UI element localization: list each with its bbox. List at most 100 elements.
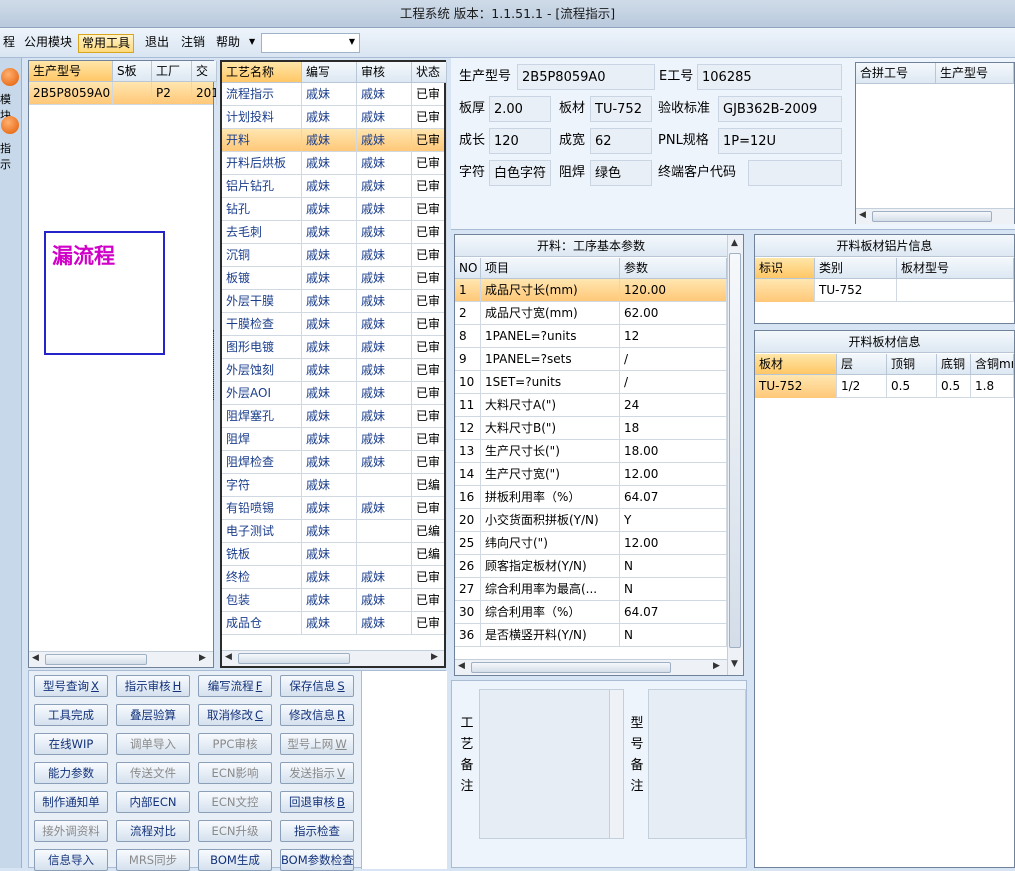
table-row[interactable]: 终检 戚妹 戚妹 已审 <box>222 566 447 589</box>
menu-item[interactable]: 程 <box>0 34 18 53</box>
table-row[interactable]: 12 大料尺寸B(") 18 <box>455 417 727 440</box>
scroll-up-icon[interactable]: ▲ <box>731 238 738 248</box>
character-field[interactable]: 白色字符 <box>489 160 551 186</box>
table-row[interactable]: 13 生产尺寸长(") 18.00 <box>455 440 727 463</box>
scroll-thumb[interactable] <box>238 653 350 664</box>
table-row[interactable]: 开料后烘板 戚妹 戚妹 已审 <box>222 152 447 175</box>
scroll-thumb[interactable] <box>872 211 992 222</box>
standard-field[interactable]: GJB362B-2009 <box>718 96 842 122</box>
e-no-field[interactable]: 106285 <box>697 64 842 90</box>
action-button[interactable]: 发送指示 V <box>280 762 354 784</box>
product-hscroll[interactable]: ◀ ▶ <box>29 651 213 667</box>
scroll-thumb[interactable] <box>45 654 147 665</box>
table-row[interactable]: 30 综合利用率（%） 64.07 <box>455 601 727 624</box>
table-row[interactable]: 1 成品尺寸长(mm) 120.00 <box>455 279 727 302</box>
table-row[interactable]: 铝片钻孔 戚妹 戚妹 已审 <box>222 175 447 198</box>
action-button[interactable]: 接外调资料 <box>34 820 108 842</box>
column-header[interactable]: NO <box>455 258 481 279</box>
table-row[interactable]: 流程指示 戚妹 戚妹 已审 <box>222 83 447 106</box>
column-header[interactable]: 板材 <box>755 354 837 375</box>
scroll-left-icon[interactable]: ◀ <box>225 652 232 662</box>
table-row[interactable]: 8 1PANEL=?units 12 <box>455 325 727 348</box>
table-row[interactable]: 计划投料 戚妹 戚妹 已审 <box>222 106 447 129</box>
product-field[interactable]: 2B5P8059A0 <box>517 64 655 90</box>
side-label-instruction[interactable]: 指示 <box>0 140 21 172</box>
table-row[interactable]: 字符 戚妹 已编 <box>222 474 447 497</box>
table-row[interactable]: 外层AOI 戚妹 戚妹 已审 <box>222 382 447 405</box>
column-header[interactable]: 类别 <box>815 258 897 279</box>
process-note-textarea[interactable] <box>479 689 624 839</box>
table-row[interactable]: 图形电镀 戚妹 戚妹 已审 <box>222 336 447 359</box>
action-button[interactable]: 型号查询 X <box>34 675 108 697</box>
merge-hscroll[interactable]: ◀ <box>856 208 1014 224</box>
action-button[interactable]: ECN升级 <box>198 820 272 842</box>
column-header[interactable]: 参数 <box>620 258 727 279</box>
table-row[interactable]: 11 大料尺寸A(") 24 <box>455 394 727 417</box>
customer-code-field[interactable] <box>748 160 842 186</box>
column-header[interactable]: 项目 <box>481 258 620 279</box>
table-row[interactable]: 外层蚀刻 戚妹 戚妹 已审 <box>222 359 447 382</box>
scroll-right-icon[interactable]: ▶ <box>431 652 438 662</box>
action-button[interactable]: 工具完成 <box>34 704 108 726</box>
table-row[interactable]: 铣板 戚妹 已编 <box>222 543 447 566</box>
action-button[interactable]: 调单导入 <box>116 733 190 755</box>
table-row[interactable]: 阻焊检查 戚妹 戚妹 已审 <box>222 451 447 474</box>
action-button[interactable]: 保存信息 S <box>280 675 354 697</box>
action-button[interactable]: 指示审核 H <box>116 675 190 697</box>
process-hscroll[interactable]: ◀ ▶ <box>222 650 444 666</box>
params-vscroll[interactable]: ▲ ▼ <box>727 235 743 675</box>
table-row[interactable]: TU-752 1/2 0.5 0.5 1.8 <box>755 375 1014 398</box>
table-row[interactable]: 外层干膜 戚妹 戚妹 已审 <box>222 290 447 313</box>
action-button[interactable]: 型号上网 W <box>280 733 354 755</box>
column-header[interactable]: 状态 <box>412 62 447 83</box>
table-row[interactable]: 阻焊 戚妹 戚妹 已审 <box>222 428 447 451</box>
chevron-down-icon[interactable]: ▼ <box>349 37 355 46</box>
scroll-right-icon[interactable]: ▶ <box>713 661 720 671</box>
table-row[interactable]: 阻焊塞孔 戚妹 戚妹 已审 <box>222 405 447 428</box>
action-button[interactable]: 叠层验算 <box>116 704 190 726</box>
table-row[interactable]: 去毛刺 戚妹 戚妹 已审 <box>222 221 447 244</box>
instruction-orb-icon[interactable] <box>1 116 19 134</box>
action-button[interactable]: 内部ECN <box>116 791 190 813</box>
table-row[interactable]: 20 小交货面积拼板(Y/N) Y <box>455 509 727 532</box>
thickness-field[interactable]: 2.00 <box>489 96 551 122</box>
module-orb-icon[interactable] <box>1 68 19 86</box>
menu-item[interactable]: 公用模块 <box>21 34 75 53</box>
note-vscroll[interactable] <box>609 690 623 838</box>
column-header[interactable]: 工厂 <box>152 61 192 82</box>
table-row[interactable]: 沉铜 戚妹 戚妹 已审 <box>222 244 447 267</box>
column-header[interactable]: 含铜mm <box>971 354 1014 375</box>
scroll-thumb[interactable] <box>729 253 741 648</box>
scroll-left-icon[interactable]: ◀ <box>458 661 465 671</box>
action-button[interactable]: 编写流程 F <box>198 675 272 697</box>
length-field[interactable]: 120 <box>489 128 551 154</box>
table-row[interactable]: 16 拼板利用率（%） 64.07 <box>455 486 727 509</box>
action-button[interactable]: 取消修改 C <box>198 704 272 726</box>
column-header[interactable]: 生产型号 <box>936 63 1014 84</box>
menu-combo[interactable]: ▼ <box>261 33 360 53</box>
table-row[interactable]: 电子测试 戚妹 已编 <box>222 520 447 543</box>
model-note-textarea[interactable] <box>648 689 746 839</box>
menu-dropdown-icon[interactable]: ▼ <box>249 37 255 46</box>
column-header[interactable]: 审核 <box>357 62 412 83</box>
action-button[interactable]: ECN影响 <box>198 762 272 784</box>
action-button[interactable]: 流程对比 <box>116 820 190 842</box>
action-button[interactable]: 在线WIP <box>34 733 108 755</box>
splitter-icon[interactable] <box>213 330 217 400</box>
material-field[interactable]: TU-752 <box>590 96 652 122</box>
table-row[interactable]: 包装 戚妹 戚妹 已审 <box>222 589 447 612</box>
column-header[interactable]: 板材型号 <box>897 258 1014 279</box>
action-button[interactable]: 制作通知单 <box>34 791 108 813</box>
table-row[interactable]: 开料 戚妹 戚妹 已审 <box>222 129 447 152</box>
table-row[interactable]: TU-752 <box>755 279 1014 302</box>
pnl-field[interactable]: 1P=12U <box>718 128 842 154</box>
menu-item[interactable]: 帮助 <box>213 34 243 53</box>
column-header[interactable]: 底铜 <box>937 354 971 375</box>
table-row[interactable]: 2 成品尺寸宽(mm) 62.00 <box>455 302 727 325</box>
action-button[interactable]: ECN文控 <box>198 791 272 813</box>
column-header[interactable]: S板 <box>113 61 152 82</box>
table-row[interactable]: 成品仓 戚妹 戚妹 已审 <box>222 612 447 635</box>
menu-item[interactable]: 常用工具 <box>78 34 135 53</box>
soldermask-field[interactable]: 绿色 <box>590 160 652 186</box>
scroll-down-icon[interactable]: ▼ <box>731 659 738 669</box>
